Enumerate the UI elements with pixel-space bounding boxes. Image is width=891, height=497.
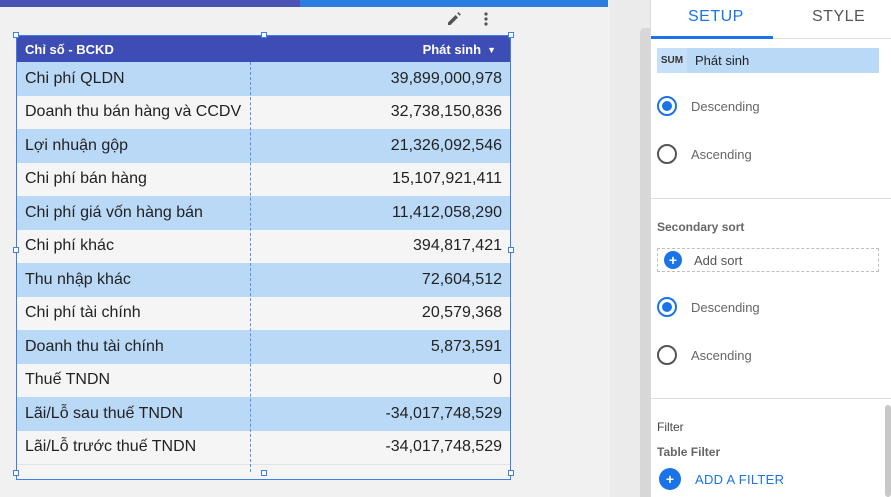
radio-checked-icon[interactable] xyxy=(657,297,677,317)
row-value: 20,579,368 xyxy=(421,304,502,322)
row-label: Lãi/Lỗ sau thuế TNDN xyxy=(25,404,184,422)
row-label: Chi phí khác xyxy=(25,237,114,255)
resize-handle-bottom[interactable] xyxy=(261,470,267,476)
table-header: Chỉ số - BCKD Phát sinh ▼ xyxy=(17,36,510,62)
table-row[interactable]: Chi phí tài chính 20,579,368 xyxy=(17,296,510,330)
canvas-scrollbar[interactable] xyxy=(640,28,650,497)
resize-handle-bottom-right[interactable] xyxy=(508,470,514,476)
table-row[interactable]: Chi phí khác 394,817,421 xyxy=(17,229,510,263)
table-row[interactable]: Chi phí bán hàng 15,107,921,411 xyxy=(17,162,510,196)
dimension-header[interactable]: Chỉ số - BCKD xyxy=(25,42,114,57)
metric-header[interactable]: Phát sinh ▼ xyxy=(423,42,496,57)
row-label: Chi phí giá vốn hàng bán xyxy=(25,203,203,221)
more-vert-icon[interactable] xyxy=(480,11,492,27)
table-row[interactable]: Doanh thu tài chính 5,873,591 xyxy=(17,330,510,364)
row-label: Doanh thu bán hàng và CCDV xyxy=(25,103,242,121)
row-value: 11,412,058,290 xyxy=(391,203,502,221)
sort-descending-option[interactable]: Descending xyxy=(657,96,760,116)
row-label: Chi phí tài chính xyxy=(25,304,141,322)
table-row[interactable]: Thuế TNDN 0 xyxy=(17,363,510,397)
sort-ascending-option[interactable]: Ascending xyxy=(657,144,752,164)
plus-icon: + xyxy=(664,251,682,269)
pencil-icon[interactable] xyxy=(446,11,462,27)
table-row[interactable]: Doanh thu bán hàng và CCDV 32,738,150,83… xyxy=(17,95,510,129)
resize-handle-right[interactable] xyxy=(508,247,514,253)
row-label: Lãi/Lỗ trước thuế TNDN xyxy=(25,438,197,456)
sort-metric-chip[interactable]: SUM Phát sinh xyxy=(657,48,879,73)
table-filter-label: Table Filter xyxy=(657,445,721,459)
row-value: -34,017,748,529 xyxy=(385,438,502,456)
resize-handle-top[interactable] xyxy=(261,32,267,38)
top-accent-bar-right xyxy=(300,0,608,7)
row-value: 5,873,591 xyxy=(430,337,502,355)
resize-handle-bottom-left[interactable] xyxy=(13,470,19,476)
report-canvas[interactable]: Chỉ số - BCKD Phát sinh ▼ Chi phí QLDN 3… xyxy=(0,7,610,497)
resize-handle-top-left[interactable] xyxy=(13,32,19,38)
row-value: -34,017,748,529 xyxy=(385,404,502,422)
radio-label: Descending xyxy=(691,98,760,114)
radio-label: Ascending xyxy=(691,347,752,363)
properties-panel: SETUP STYLE SUM Phát sinh Descending Asc… xyxy=(650,0,891,497)
row-label: Lợi nhuận gộp xyxy=(25,136,129,154)
resize-handle-left[interactable] xyxy=(13,247,19,253)
sort-arrow-icon: ▼ xyxy=(487,44,496,55)
radio-label: Ascending xyxy=(691,146,752,162)
radio-checked-icon[interactable] xyxy=(657,96,677,116)
section-divider xyxy=(651,398,891,399)
table-row[interactable]: Lãi/Lỗ sau thuế TNDN -34,017,748,529 xyxy=(17,397,510,431)
aggregation-badge[interactable]: SUM xyxy=(657,48,687,73)
row-label: Chi phí bán hàng xyxy=(25,170,147,188)
row-value: 39,899,000,978 xyxy=(390,69,502,87)
row-value: 394,817,421 xyxy=(413,237,502,255)
tab-style[interactable]: STYLE xyxy=(812,8,865,26)
radio-unchecked-icon[interactable] xyxy=(657,345,677,365)
column-resize-divider[interactable] xyxy=(250,62,251,472)
table-row[interactable]: Thu nhập khác 72,604,512 xyxy=(17,263,510,297)
resize-handle-top-right[interactable] xyxy=(508,32,514,38)
row-value: 15,107,921,411 xyxy=(391,170,502,188)
data-table[interactable]: Chỉ số - BCKD Phát sinh ▼ Chi phí QLDN 3… xyxy=(16,35,511,480)
radio-label: Descending xyxy=(691,299,760,315)
filter-section-title: Filter xyxy=(657,420,684,434)
row-label: Thuế TNDN xyxy=(25,371,111,389)
plus-icon: + xyxy=(659,468,681,490)
row-value: 32,738,150,836 xyxy=(390,103,502,121)
add-sort-button[interactable]: + Add sort xyxy=(657,248,879,272)
row-value: 72,604,512 xyxy=(421,270,502,288)
row-label: Doanh thu tài chính xyxy=(25,337,164,355)
table-row[interactable]: Chi phí giá vốn hàng bán 11,412,058,290 xyxy=(17,196,510,230)
add-filter-label: ADD A FILTER xyxy=(695,471,785,487)
panel-tabs: SETUP STYLE xyxy=(651,0,891,39)
table-row[interactable]: Chi phí QLDN 39,899,000,978 xyxy=(17,62,510,96)
table-row[interactable]: Lãi/Lỗ trước thuế TNDN -34,017,748,529 xyxy=(17,430,510,464)
secondary-ascending-option[interactable]: Ascending xyxy=(657,345,752,365)
row-label: Thu nhập khác xyxy=(25,270,131,288)
active-tab-indicator xyxy=(651,36,773,39)
secondary-sort-title: Secondary sort xyxy=(657,220,745,234)
metric-header-label: Phát sinh xyxy=(422,42,482,57)
row-value: 21,326,092,546 xyxy=(390,136,502,154)
radio-unchecked-icon[interactable] xyxy=(657,144,677,164)
sort-metric-label: Phát sinh xyxy=(695,53,750,68)
row-label: Chi phí QLDN xyxy=(25,69,125,87)
row-value: 0 xyxy=(493,371,502,389)
tab-setup[interactable]: SETUP xyxy=(688,8,744,26)
section-divider xyxy=(651,198,891,199)
top-accent-bar-left xyxy=(0,0,300,7)
panel-scrollbar[interactable] xyxy=(885,405,891,497)
table-row[interactable]: Lợi nhuận gộp 21,326,092,546 xyxy=(17,129,510,163)
table-bottom-line xyxy=(17,464,510,465)
add-filter-button[interactable]: + ADD A FILTER xyxy=(659,468,784,490)
secondary-descending-option[interactable]: Descending xyxy=(657,297,760,317)
add-sort-label: Add sort xyxy=(694,252,743,268)
